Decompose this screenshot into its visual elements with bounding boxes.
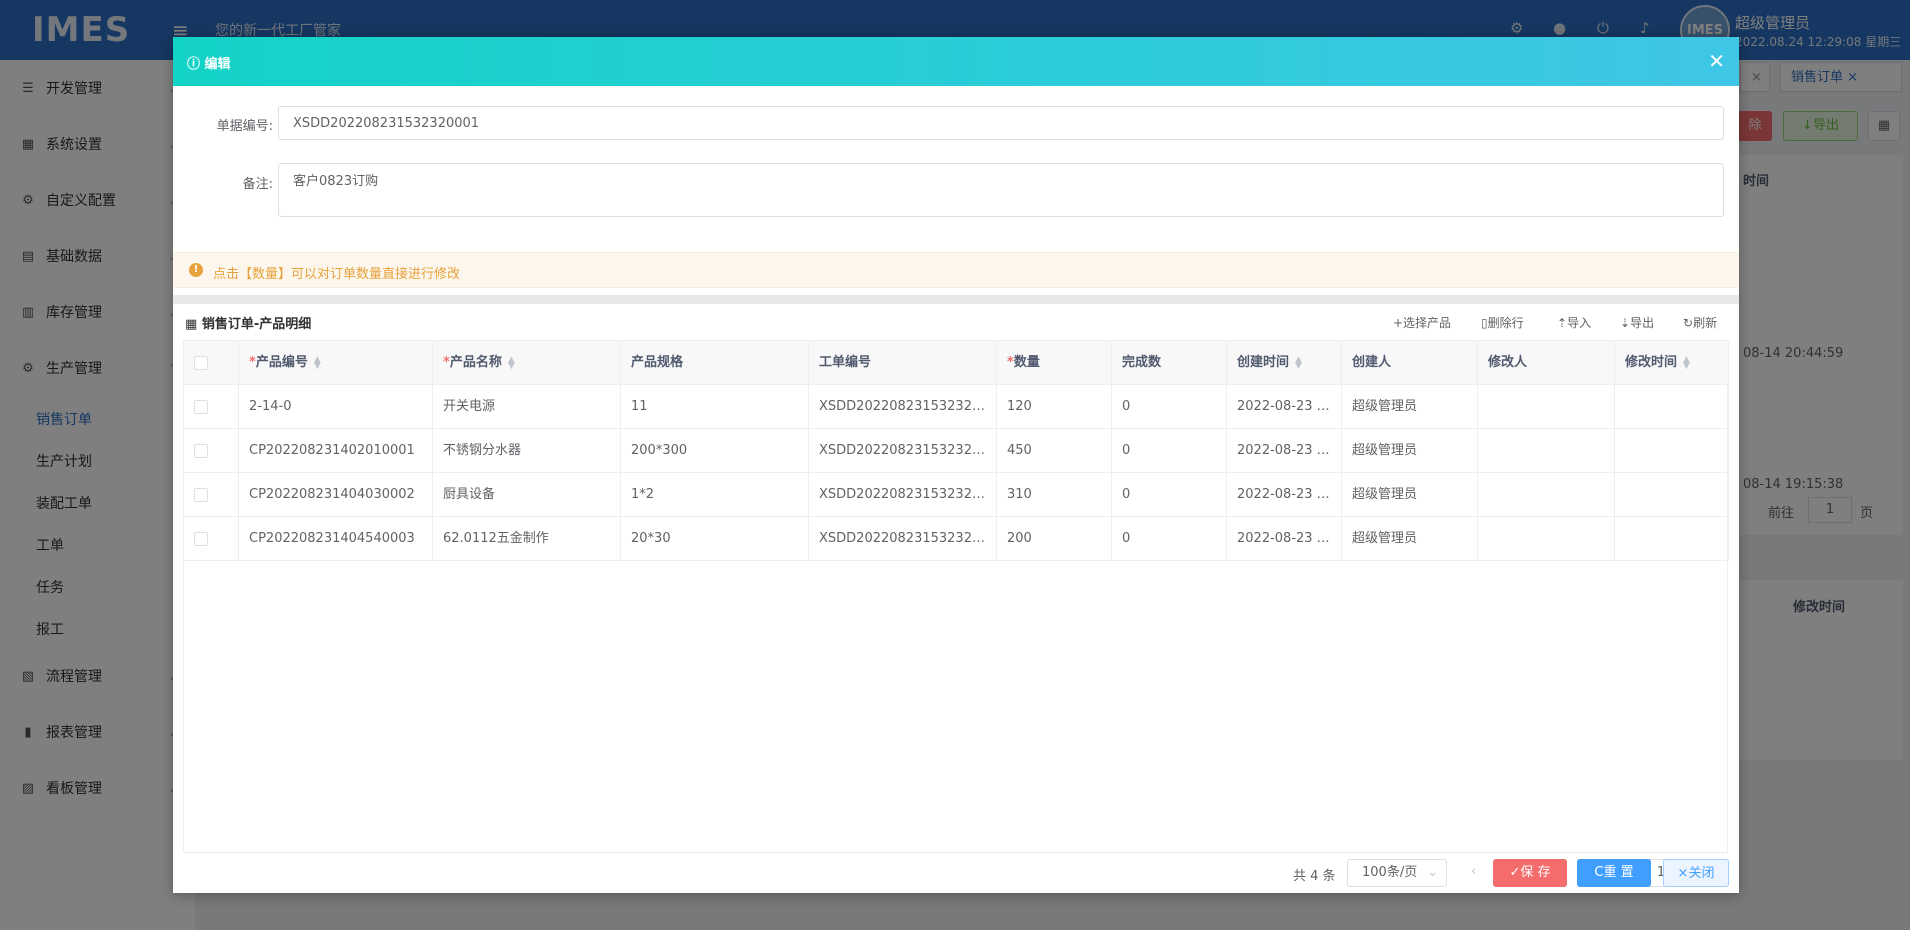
- col-header-qty: *数量: [997, 341, 1112, 385]
- table-cell: [1478, 473, 1615, 517]
- table-cell: CP202208231404540003: [239, 517, 433, 561]
- reset-button[interactable]: C重 置: [1577, 859, 1651, 887]
- table-cell: XSDD20220823153232…: [809, 517, 997, 561]
- dialog-header: ⓘ 编辑 ✕: [173, 37, 1739, 86]
- row-checkbox[interactable]: [194, 532, 208, 546]
- alert-text: 点击【数量】可以对订单数量直接进行修改: [213, 267, 461, 282]
- grid-icon: ▦: [185, 317, 202, 332]
- download-icon: ⇣: [1620, 316, 1631, 330]
- table-cell[interactable]: 450: [997, 429, 1112, 473]
- table-cell: 不锈钢分水器: [433, 429, 621, 473]
- table-cell: 2022-08-23 …: [1227, 429, 1342, 473]
- table-cell: [1615, 517, 1729, 561]
- refresh-button[interactable]: ↻刷新: [1683, 314, 1717, 331]
- row-select-cell: [184, 429, 239, 473]
- table-cell: 200*300: [621, 429, 809, 473]
- table-cell: [1478, 517, 1615, 561]
- close-button[interactable]: ×关闭: [1663, 859, 1729, 887]
- table-cell: XSDD20220823153232…: [809, 385, 997, 429]
- sort-icon[interactable]: ▲ ▼: [314, 355, 321, 370]
- table-cell: CP202208231402010001: [239, 429, 433, 473]
- row-checkbox[interactable]: [194, 488, 208, 502]
- delete-row-button[interactable]: ▯删除行: [1481, 314, 1524, 331]
- col-header-created[interactable]: 创建时间 ▲ ▼: [1227, 341, 1342, 385]
- table-cell: 超级管理员: [1342, 473, 1478, 517]
- info-icon: ⓘ: [187, 57, 205, 72]
- section-divider: [173, 295, 1739, 304]
- select-all-checkbox[interactable]: [194, 356, 208, 370]
- sort-icon[interactable]: ▲ ▼: [1295, 355, 1302, 370]
- warning-icon: !: [189, 263, 203, 277]
- import-button[interactable]: ⇡导入: [1557, 314, 1591, 331]
- trash-icon: ▯: [1481, 316, 1488, 330]
- total-count: 共 4 条: [1293, 869, 1336, 884]
- upload-icon: ⇡: [1557, 316, 1568, 330]
- select-product-button[interactable]: +选择产品: [1393, 314, 1451, 331]
- table-cell[interactable]: 310: [997, 473, 1112, 517]
- table-cell: 0: [1112, 429, 1227, 473]
- product-table: *产品编号 ▲ ▼ *产品名称 ▲ ▼ 产品规格 工单编号 *数量 完成数 创建时间 ▲ ▼…: [183, 340, 1729, 853]
- remark-label: 备注:: [242, 177, 273, 192]
- doc-no-input[interactable]: [278, 106, 1724, 140]
- row-checkbox[interactable]: [194, 400, 208, 414]
- table-cell: [1478, 429, 1615, 473]
- table-cell: 62.0112五金制作: [433, 517, 621, 561]
- page-size-select[interactable]: 100条/页 ⌄: [1347, 859, 1447, 887]
- table-cell[interactable]: 120: [997, 385, 1112, 429]
- select-all-cell: [184, 341, 239, 385]
- col-header-workorder: 工单编号: [809, 341, 997, 385]
- table-cell: 1*2: [621, 473, 809, 517]
- col-header-spec: 产品规格: [621, 341, 809, 385]
- table-cell[interactable]: 200: [997, 517, 1112, 561]
- table-cell: 2022-08-23 …: [1227, 385, 1342, 429]
- prev-page-icon[interactable]: ‹: [1471, 864, 1476, 879]
- table-cell: 超级管理员: [1342, 517, 1478, 561]
- close-icon[interactable]: ✕: [1708, 49, 1725, 73]
- table-cell: 20*30: [621, 517, 809, 561]
- table-cell: 2022-08-23 …: [1227, 473, 1342, 517]
- table-cell: 厨具设备: [433, 473, 621, 517]
- table-cell: 超级管理员: [1342, 429, 1478, 473]
- col-header-product-no[interactable]: *产品编号 ▲ ▼: [239, 341, 433, 385]
- doc-no-label: 单据编号:: [216, 119, 273, 134]
- table-cell: [1615, 385, 1729, 429]
- export-button[interactable]: ⇣导出: [1620, 314, 1654, 331]
- table-cell: 2-14-0: [239, 385, 433, 429]
- table-cell: XSDD20220823153232…: [809, 473, 997, 517]
- col-header-creator: 创建人: [1342, 341, 1478, 385]
- remark-textarea[interactable]: 客户0823订购: [278, 163, 1724, 217]
- row-select-cell: [184, 385, 239, 429]
- col-header-modifier: 修改人: [1478, 341, 1615, 385]
- table-cell: 0: [1112, 385, 1227, 429]
- table-cell: [1478, 385, 1615, 429]
- table-cell: CP202208231404030002: [239, 473, 433, 517]
- table-cell: [1615, 473, 1729, 517]
- row-checkbox[interactable]: [194, 444, 208, 458]
- col-header-done: 完成数: [1112, 341, 1227, 385]
- table-cell: [1615, 429, 1729, 473]
- table-cell: 超级管理员: [1342, 385, 1478, 429]
- row-select-cell: [184, 473, 239, 517]
- save-button[interactable]: ✓保 存: [1493, 859, 1567, 887]
- dialog-title: ⓘ 编辑: [187, 57, 231, 72]
- row-select-cell: [184, 517, 239, 561]
- sort-icon[interactable]: ▲ ▼: [508, 355, 515, 370]
- section-title: ▦ 销售订单-产品明细: [185, 317, 312, 332]
- refresh-icon: ↻: [1683, 316, 1694, 330]
- table-cell: XSDD20220823153232…: [809, 429, 997, 473]
- table-cell: 2022-08-23 …: [1227, 517, 1342, 561]
- table-cell: 11: [621, 385, 809, 429]
- table-cell: 0: [1112, 517, 1227, 561]
- table-cell: 开关电源: [433, 385, 621, 429]
- sort-icon[interactable]: ▲ ▼: [1683, 355, 1690, 370]
- col-header-modified[interactable]: 修改时间 ▲ ▼: [1615, 341, 1729, 385]
- col-header-product-name[interactable]: *产品名称 ▲ ▼: [433, 341, 621, 385]
- chevron-down-icon: ⌄: [1427, 865, 1438, 880]
- edit-dialog: ⓘ 编辑 ✕ 单据编号: 备注: 客户0823订购 ! 点击【数量】可以对订单数…: [173, 37, 1739, 893]
- hint-alert: ! 点击【数量】可以对订单数量直接进行修改: [173, 252, 1739, 288]
- table-cell: 0: [1112, 473, 1227, 517]
